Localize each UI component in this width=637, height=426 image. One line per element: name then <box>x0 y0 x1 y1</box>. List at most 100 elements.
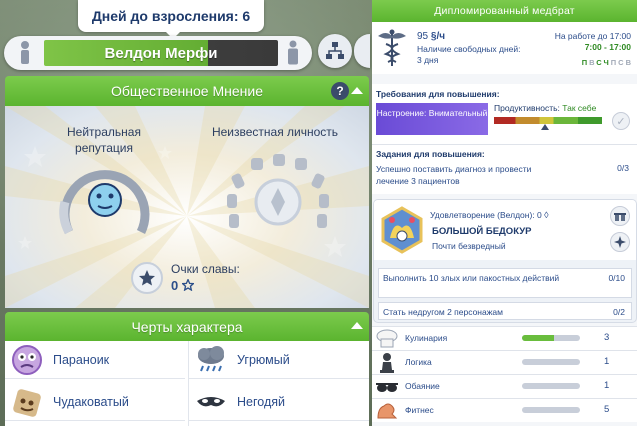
child-person-icon[interactable] <box>16 40 34 66</box>
salary-value: 95 <box>417 31 429 42</box>
star-outline-icon <box>180 277 195 292</box>
public-opinion-body: Нейтральная репутация Неизвестная личнос… <box>5 106 369 308</box>
sparkle-icon <box>614 236 626 248</box>
skill-name: Фитнес <box>405 405 434 415</box>
trait-label: Угрюмый <box>237 352 290 367</box>
skill-progress-bar <box>522 359 580 365</box>
free-days-value: 3 дня <box>417 55 439 65</box>
skill-name: Кулинария <box>405 333 448 343</box>
traits-header: Черты характера <box>5 312 369 341</box>
trait-evil[interactable]: Негодяй <box>189 383 369 421</box>
collapse-caret-icon[interactable] <box>351 87 363 94</box>
skill-level: 1 <box>604 380 610 391</box>
gloomy-icon <box>198 345 224 371</box>
day-sat: С <box>618 58 626 67</box>
skill-row-charisma[interactable]: Обаяние 1 <box>372 374 637 398</box>
skill-name: Обаяние <box>405 381 440 391</box>
public-opinion-header: Общественное Мнение ? <box>5 76 369 106</box>
task-row[interactable]: Успешно поставить диагноз и провести леч… <box>372 161 637 193</box>
productivity-marker <box>540 124 549 130</box>
family-tree-button[interactable] <box>318 34 352 68</box>
promotion-requirements: Требования для повышения: Настроение: Вн… <box>372 84 637 144</box>
skill-name: Логика <box>405 357 432 367</box>
glory-value: 0 <box>171 278 179 293</box>
productivity-title: Продуктивность: <box>494 103 560 113</box>
evil-icon <box>197 396 225 406</box>
aspiration-task-row[interactable]: Выполнить 10 злых или пакостных действий… <box>378 268 632 298</box>
salary-unit: §/ч <box>430 31 446 42</box>
reputation-meter[interactable] <box>55 162 155 242</box>
aspiration-task-text: Выполнить 10 злых или пакостных действий <box>383 273 560 283</box>
rewards-store-button[interactable] <box>610 206 630 226</box>
productivity-bar <box>494 117 602 124</box>
skill-level: 5 <box>604 404 610 415</box>
goofy-icon <box>13 388 41 417</box>
trait-label: Чудаковатый <box>53 394 129 409</box>
promotion-tasks: Задания для повышения: Успешно поставить… <box>372 144 637 194</box>
work-until: На работе до 17:00 <box>554 31 631 41</box>
glory-label: Очки славы: <box>171 262 240 276</box>
aspiration-task-text: Стать недругом 2 персонажам <box>383 307 503 317</box>
aspiration-card: Удовлетворение (Велдон): 0 ◊ БОЛЬШОЙ БЕД… <box>374 200 636 322</box>
day-thu: Ч <box>603 58 611 67</box>
aspiration-name: БОЛЬШОЙ БЕДОКУР <box>432 226 532 237</box>
fame-meter[interactable] <box>223 152 333 244</box>
skill-progress-bar <box>522 335 580 341</box>
paranoid-icon <box>12 344 42 375</box>
glory-points: Очки славы: 0 <box>131 260 261 300</box>
aspiration-task-row[interactable]: Стать недругом 2 персонажам 0/2 <box>378 302 632 320</box>
collapse-caret-icon[interactable] <box>351 322 363 329</box>
aspiration-header: Удовлетворение (Велдон): 0 ◊ БОЛЬШОЙ БЕД… <box>374 200 636 260</box>
age-tooltip: Дней до взросления: 6 <box>78 0 264 39</box>
skill-progress-fill <box>522 335 554 341</box>
day-mon: П <box>581 58 590 67</box>
gift-icon <box>614 212 626 221</box>
skill-row-logic[interactable]: Логика 1 <box>372 350 637 374</box>
sunglasses-icon <box>376 383 398 392</box>
trait-goofy[interactable]: Чудаковатый <box>5 383 185 421</box>
family-tree-icon <box>326 42 344 59</box>
change-aspiration-button[interactable] <box>610 232 630 252</box>
trait-gloomy[interactable]: Угрюмый <box>189 341 369 379</box>
jester-hat-icon <box>381 206 423 254</box>
adult-person-icon[interactable] <box>284 40 302 66</box>
skill-progress-bar <box>522 407 580 413</box>
fame-label: Неизвестная личность <box>211 125 339 139</box>
caduceus-icon <box>378 29 406 66</box>
celebrity-perks-button[interactable] <box>131 262 163 294</box>
arm-muscle-icon <box>377 403 398 419</box>
chess-pawn-icon <box>380 353 394 373</box>
task-count: 0/3 <box>617 163 629 173</box>
requirements-title: Требования для повышения: <box>376 89 500 99</box>
aspiration-description: Почти безвредный <box>432 241 506 251</box>
aspiration-task-count: 0/10 <box>608 273 625 283</box>
satisfaction-icon: ◊ <box>544 210 549 220</box>
career-panel: 95 §/ч Наличие свободных дней: 3 дня На … <box>372 22 637 426</box>
productivity-label: Продуктивность: Так себе <box>494 103 596 113</box>
trait-label: Негодяй <box>237 394 285 409</box>
glory-value-row: 0 <box>171 277 195 293</box>
help-icon[interactable]: ? <box>331 82 349 100</box>
skill-row-fitness[interactable]: Фитнес 5 <box>372 398 637 422</box>
productivity-value: Так себе <box>562 103 597 113</box>
star-icon <box>139 270 155 286</box>
mood-requirement: Настроение: Внимательный <box>376 103 488 135</box>
requirement-check-icon: ✓ <box>612 112 630 130</box>
aspiration-task-count: 0/2 <box>613 307 625 317</box>
day-sun: В <box>625 58 633 67</box>
traits-body: Параноик Угрюмый Чудаковатый Негодяй <box>5 341 369 426</box>
trait-paranoid[interactable]: Параноик <box>5 341 185 379</box>
trait-label: Параноик <box>53 352 110 367</box>
skill-level: 1 <box>604 356 610 367</box>
work-hours: 7:00 - 17:00 <box>584 42 631 52</box>
chef-hat-icon <box>376 329 398 348</box>
career-header: Дипломированный медбрат <box>372 0 637 22</box>
sim-name-bar: Велдон Мерфи <box>4 36 312 70</box>
career-info: 95 §/ч Наличие свободных дней: 3 дня На … <box>372 22 637 74</box>
public-opinion-title: Общественное Мнение <box>111 83 263 99</box>
tasks-title: Задания для повышения: <box>376 149 485 159</box>
reputation-label: Нейтральная репутация <box>67 125 141 155</box>
free-days-label: Наличие свободных дней: <box>417 44 521 54</box>
satisfaction-text: Удовлетворение (Велдон): 0 <box>430 210 542 220</box>
skill-row-cooking[interactable]: Кулинария 3 <box>372 326 637 350</box>
